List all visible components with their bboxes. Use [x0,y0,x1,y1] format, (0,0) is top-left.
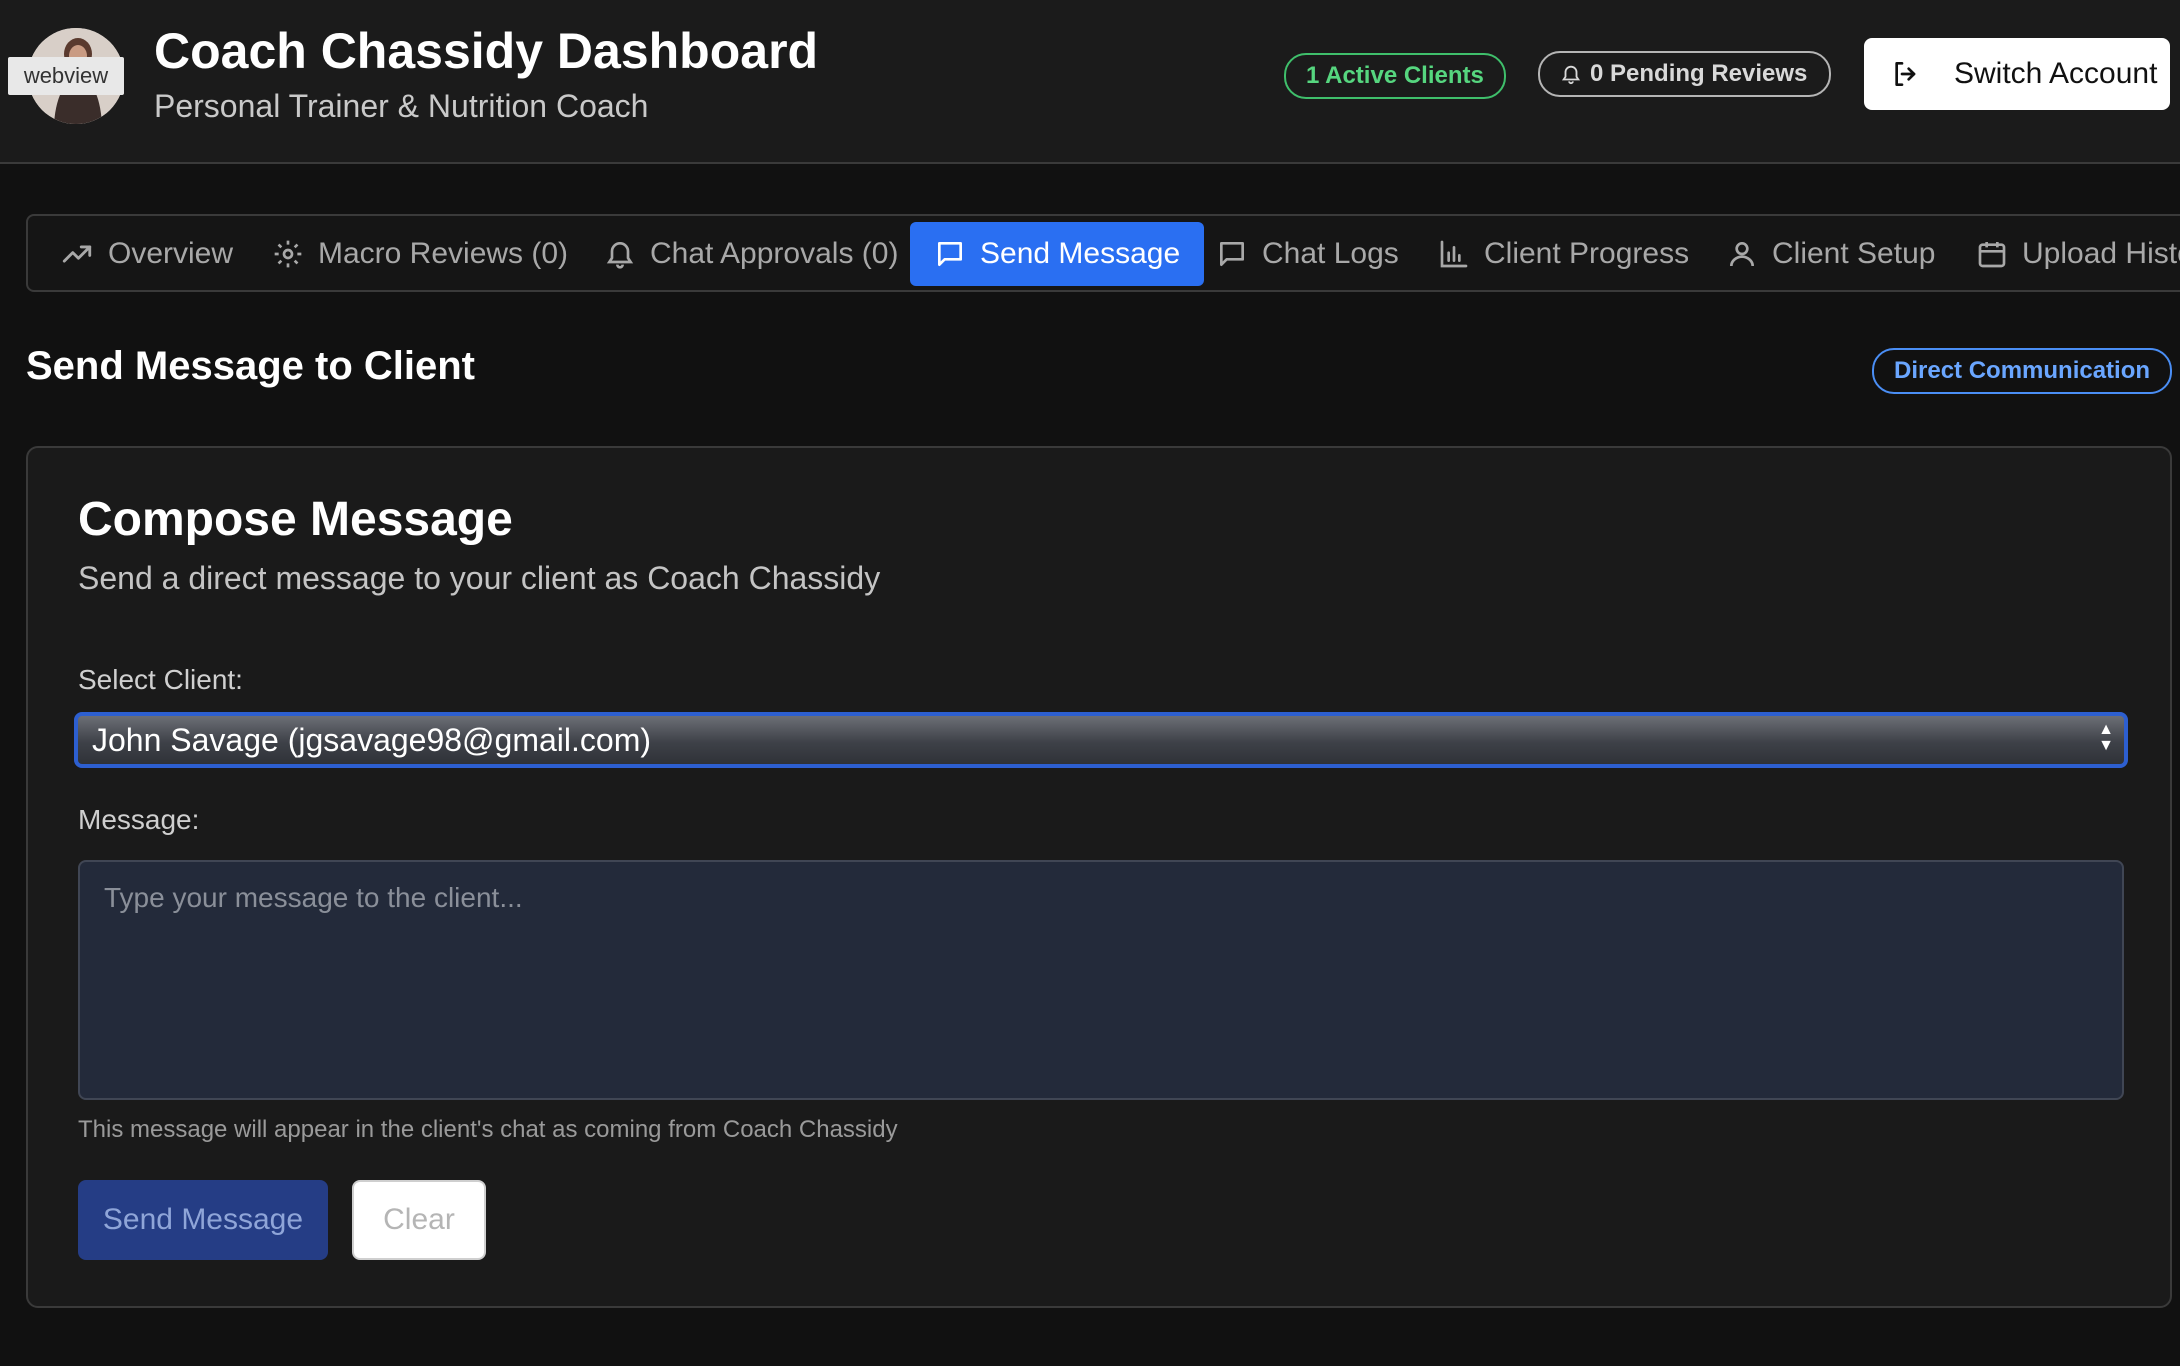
bar-chart-icon [1440,240,1468,268]
send-message-button[interactable]: Send Message [78,1180,328,1260]
tab-overview[interactable]: Overview [60,222,233,286]
tab-label: Client Progress [1484,237,1690,270]
gear-icon [274,240,302,268]
webview-label: webview [8,57,124,95]
tab-client-setup[interactable]: Client Setup [1726,222,1935,286]
tab-chat-approvals[interactable]: Chat Approvals (0) [604,222,898,286]
tab-label: Upload Histo [2022,237,2180,270]
compose-description: Send a direct message to your client as … [78,560,881,596]
client-select[interactable]: John Savage (jgsavage98@gmail.com) ▲ ▼ [74,712,2128,768]
message-label: Message: [78,804,200,835]
bell-icon [606,242,634,269]
select-client-label: Select Client: [78,664,243,695]
active-clients-badge: 1 Active Clients [1284,53,1506,99]
tab-label: Send Message [980,237,1181,270]
tab-label: Chat Approvals (0) [650,237,899,270]
trending-up-icon [62,245,92,263]
chat-bubble-icon [1220,242,1244,266]
compose-card: Compose Message Send a direct message to… [26,446,2172,1308]
tab-label: Client Setup [1772,237,1936,270]
user-icon [1730,242,1754,267]
switch-account-button[interactable]: Switch Account [1864,38,2170,110]
clear-button[interactable]: Clear [352,1180,486,1260]
pending-reviews-text: 0 Pending Reviews [1590,60,1808,87]
message-placeholder: Type your message to the client... [104,882,523,913]
compose-title: Compose Message [78,493,513,546]
tab-label: Chat Logs [1262,237,1399,270]
dashboard-header: webview Coach Chassidy Dashboard Persona… [0,0,2180,164]
page-title: Coach Chassidy Dashboard [154,23,819,79]
chat-bubble-icon [938,242,962,266]
message-textarea[interactable]: Type your message to the client... [78,860,2124,1100]
tab-client-progress[interactable]: Client Progress [1438,222,1689,286]
tab-chat-logs[interactable]: Chat Logs [1216,222,1399,286]
direct-communication-badge: Direct Communication [1872,348,2173,394]
tab-send-message[interactable]: Send Message [910,222,1205,286]
switch-account-label: Switch Account [1954,57,2158,90]
calendar-icon [1978,242,2006,268]
tab-macro-reviews[interactable]: Macro Reviews (0) [272,222,568,286]
tab-upload-history[interactable]: Upload Histo [1976,222,2180,286]
select-arrows-icon: ▲ ▼ [2098,721,2114,754]
pending-reviews-badge: 0 Pending Reviews [1538,51,1832,97]
page-subtitle: Personal Trainer & Nutrition Coach [154,88,649,124]
bell-icon [1561,65,1581,85]
tab-label: Overview [108,237,234,270]
client-select-value: John Savage (jgsavage98@gmail.com) [92,722,651,758]
message-hint: This message will appear in the client's… [78,1116,898,1143]
logout-icon [1895,62,1916,86]
section-title: Send Message to Client [26,344,475,388]
tab-label: Macro Reviews (0) [318,237,569,270]
tab-bar: Overview Macro Reviews (0) Chat Approval… [26,214,2180,292]
